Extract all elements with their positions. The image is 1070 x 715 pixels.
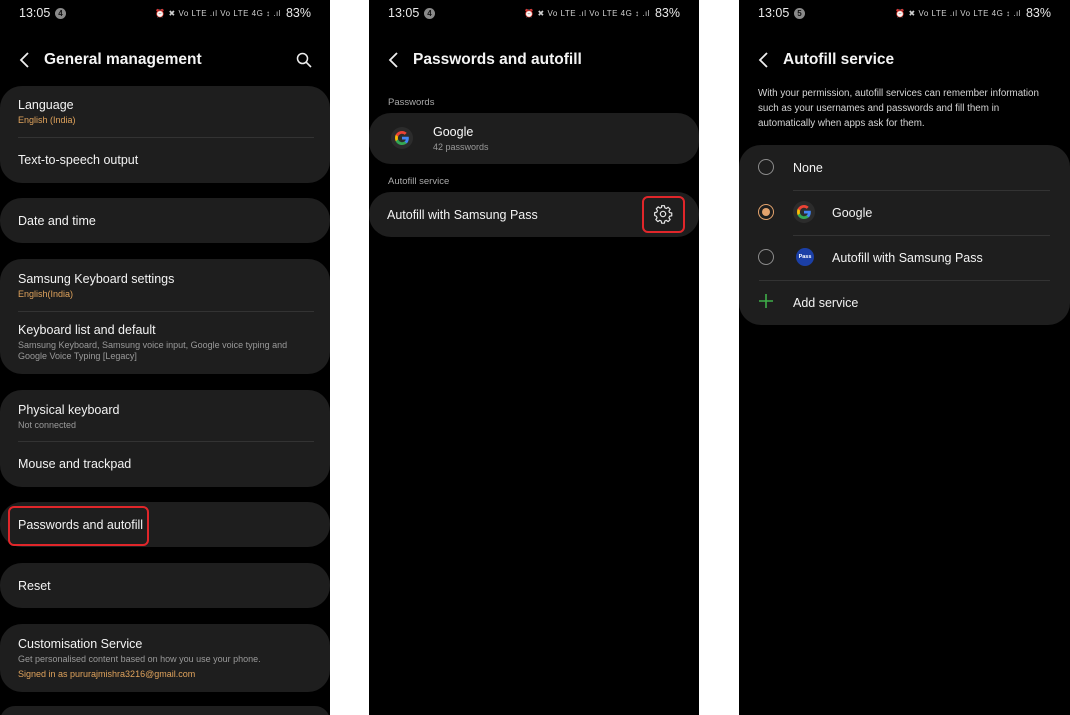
radio-none[interactable] xyxy=(758,159,774,175)
google-entry-text: Google 42 passwords xyxy=(433,125,489,152)
keyboard-settings-value: English(India) xyxy=(18,289,74,299)
keyboard-list-value: Samsung Keyboard, Samsung voice input, G… xyxy=(18,340,288,361)
settings-group-reset: Reset xyxy=(0,563,330,608)
plus-icon xyxy=(759,294,773,308)
signal-icons: ⏰ ✖ Vo LTE .ıl Vo LTE 4G ↕ .ıl xyxy=(524,9,650,18)
section-header-passwords: Passwords xyxy=(388,97,435,108)
divider xyxy=(18,441,314,442)
app-bar: General management xyxy=(0,45,330,75)
notification-badge: 5 xyxy=(794,8,805,19)
settings-group-keyboard: Samsung Keyboard settings English(India)… xyxy=(0,259,330,374)
physical-keyboard-value: Not connected xyxy=(18,420,77,430)
physical-keyboard-item[interactable]: Physical keyboard Not connected xyxy=(18,403,314,431)
status-bar: 13:05 5 ⏰ ✖ Vo LTE .ıl Vo LTE 4G ↕ .ıl 8… xyxy=(758,6,1051,22)
keyboard-list-item[interactable]: Keyboard list and default Samsung Keyboa… xyxy=(18,323,314,362)
settings-group-language: Language English (India) Text-to-speech … xyxy=(0,86,330,183)
customisation-description: Get personalised content based on how yo… xyxy=(18,654,261,664)
battery-level: 83% xyxy=(1025,6,1051,20)
divider xyxy=(793,190,1050,191)
app-bar: Autofill service xyxy=(739,45,1070,75)
keyboard-settings-item[interactable]: Samsung Keyboard settings English(India) xyxy=(18,272,314,300)
signal-icons: ⏰ ✖ Vo LTE .ıl Vo LTE 4G ↕ .ıl xyxy=(895,9,1021,18)
section-header-autofill: Autofill service xyxy=(388,176,450,187)
autofill-samsung-pass-item[interactable]: Autofill with Samsung Pass xyxy=(387,208,683,222)
autofill-description: With your permission, autofill services … xyxy=(758,88,1039,129)
highlight-box xyxy=(642,196,685,233)
settings-group-partial xyxy=(0,706,330,715)
autofill-service-screen: 13:05 5 ⏰ ✖ Vo LTE .ıl Vo LTE 4G ↕ .ıl 8… xyxy=(739,0,1070,715)
page-title: General management xyxy=(44,51,202,68)
customisation-item[interactable]: Customisation Service Get personalised c… xyxy=(18,637,314,680)
back-arrow-icon[interactable] xyxy=(757,52,771,68)
settings-group-customisation: Customisation Service Get personalised c… xyxy=(0,624,330,692)
option-samsung-pass-label: Autofill with Samsung Pass xyxy=(832,251,983,265)
battery-level: 83% xyxy=(285,6,311,20)
keyboard-settings-label: Samsung Keyboard settings xyxy=(18,272,175,286)
passwords-autofill-screen: 13:05 4 ⏰ ✖ Vo LTE .ıl Vo LTE 4G ↕ .ıl 8… xyxy=(369,0,699,715)
customisation-label: Customisation Service xyxy=(18,637,143,651)
mouse-trackpad-label: Mouse and trackpad xyxy=(18,457,132,471)
status-bar: 13:05 4 ⏰ ✖ Vo LTE .ıl Vo LTE 4G ↕ .ıl 8… xyxy=(388,6,680,22)
reset-label: Reset xyxy=(18,579,51,593)
option-none-label: None xyxy=(793,161,823,175)
autofill-options-card: None Google Pass Autofill with Samsung P… xyxy=(739,145,1070,325)
back-arrow-icon[interactable] xyxy=(387,52,401,68)
battery-level: 83% xyxy=(654,6,680,20)
language-label: Language xyxy=(18,98,74,112)
status-time: 13:05 xyxy=(19,6,51,20)
customisation-account: Signed in as pururajmishra3216@gmail.com xyxy=(18,669,196,679)
option-google-label: Google xyxy=(832,206,873,220)
autofill-samsung-pass-label: Autofill with Samsung Pass xyxy=(387,208,538,222)
samsung-pass-icon: Pass xyxy=(796,248,814,266)
tts-label: Text-to-speech output xyxy=(18,153,139,167)
keyboard-list-label: Keyboard list and default xyxy=(18,323,156,337)
radio-samsung-pass[interactable] xyxy=(758,249,774,265)
status-time: 13:05 xyxy=(758,6,790,20)
google-passwords-card[interactable]: Google 42 passwords xyxy=(369,113,699,164)
language-item[interactable]: Language English (India) xyxy=(18,98,314,126)
app-bar: Passwords and autofill xyxy=(369,45,699,75)
add-service-label: Add service xyxy=(793,296,859,310)
language-value: English (India) xyxy=(18,115,76,125)
reset-item[interactable]: Reset xyxy=(18,579,314,593)
general-management-screen: 13:05 4 ⏰ ✖ Vo LTE .ıl Vo LTE 4G ↕ .ıl 8… xyxy=(0,0,330,715)
mouse-trackpad-item[interactable]: Mouse and trackpad xyxy=(18,457,314,471)
google-logo-icon xyxy=(793,201,815,223)
date-time-item[interactable]: Date and time xyxy=(18,214,314,228)
page-title: Autofill service xyxy=(783,51,895,68)
search-icon[interactable] xyxy=(296,52,312,68)
divider xyxy=(793,235,1050,236)
settings-group-date: Date and time xyxy=(0,198,330,243)
highlight-box xyxy=(8,506,149,546)
back-arrow-icon[interactable] xyxy=(18,52,32,68)
notification-badge: 4 xyxy=(55,8,66,19)
google-password-count: 42 passwords xyxy=(433,142,489,152)
status-time: 13:05 xyxy=(388,6,420,20)
divider xyxy=(18,311,314,312)
google-logo-icon xyxy=(391,127,413,149)
status-bar: 13:05 4 ⏰ ✖ Vo LTE .ıl Vo LTE 4G ↕ .ıl 8… xyxy=(19,6,311,22)
signal-icons: ⏰ ✖ Vo LTE .ıl Vo LTE 4G ↕ .ıl xyxy=(155,9,281,18)
date-time-label: Date and time xyxy=(18,214,96,228)
page-title: Passwords and autofill xyxy=(413,51,582,68)
notification-badge: 4 xyxy=(424,8,435,19)
settings-group-input: Physical keyboard Not connected Mouse an… xyxy=(0,390,330,487)
radio-google-selected[interactable] xyxy=(758,204,774,220)
physical-keyboard-label: Physical keyboard xyxy=(18,403,120,417)
google-name: Google xyxy=(433,125,474,139)
divider xyxy=(18,137,314,138)
divider xyxy=(759,280,1050,281)
tts-item[interactable]: Text-to-speech output xyxy=(18,153,314,167)
